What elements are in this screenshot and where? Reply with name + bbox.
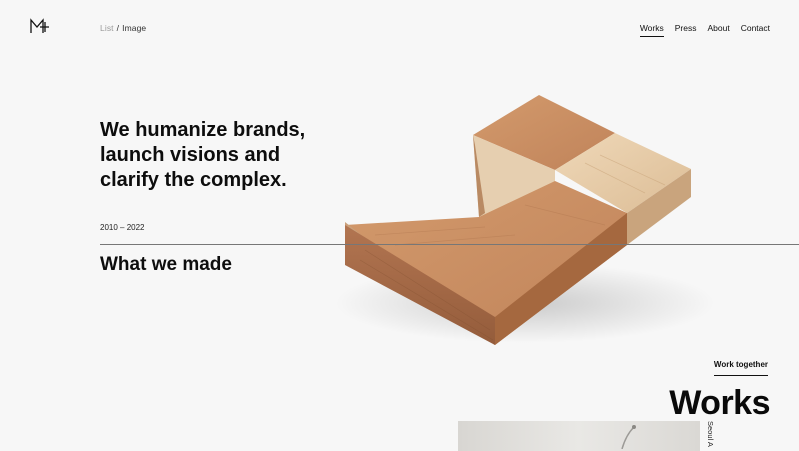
main-nav: Works Press About Contact (639, 23, 770, 37)
wooden-blocks-illustration (335, 95, 715, 345)
breadcrumb-list-link[interactable]: List (100, 23, 114, 33)
m-plus-logo[interactable] (30, 18, 50, 34)
lamp-icon (621, 425, 636, 449)
section-divider (100, 244, 799, 245)
hero-headline: We humanize brands, launch visions and c… (100, 118, 360, 193)
headline-line: launch visions and (100, 144, 281, 166)
nav-about[interactable]: About (707, 23, 729, 37)
headline-line: clarify the complex. (100, 169, 287, 191)
breadcrumb: List / Image (100, 23, 146, 33)
work-together-link[interactable]: Work together (713, 360, 768, 376)
nav-contact[interactable]: Contact (741, 23, 770, 37)
preview-caption: Seoul A (706, 421, 715, 447)
section-title: What we made (100, 254, 232, 275)
nav-press[interactable]: Press (675, 23, 697, 37)
headline-line: We humanize brands, (100, 119, 306, 141)
breadcrumb-current: Image (122, 23, 147, 33)
works-title: Works (669, 384, 770, 422)
breadcrumb-separator: / (116, 23, 120, 33)
year-range: 2010 – 2022 (100, 223, 145, 232)
work-preview-image[interactable] (458, 421, 700, 451)
nav-works[interactable]: Works (639, 23, 664, 37)
